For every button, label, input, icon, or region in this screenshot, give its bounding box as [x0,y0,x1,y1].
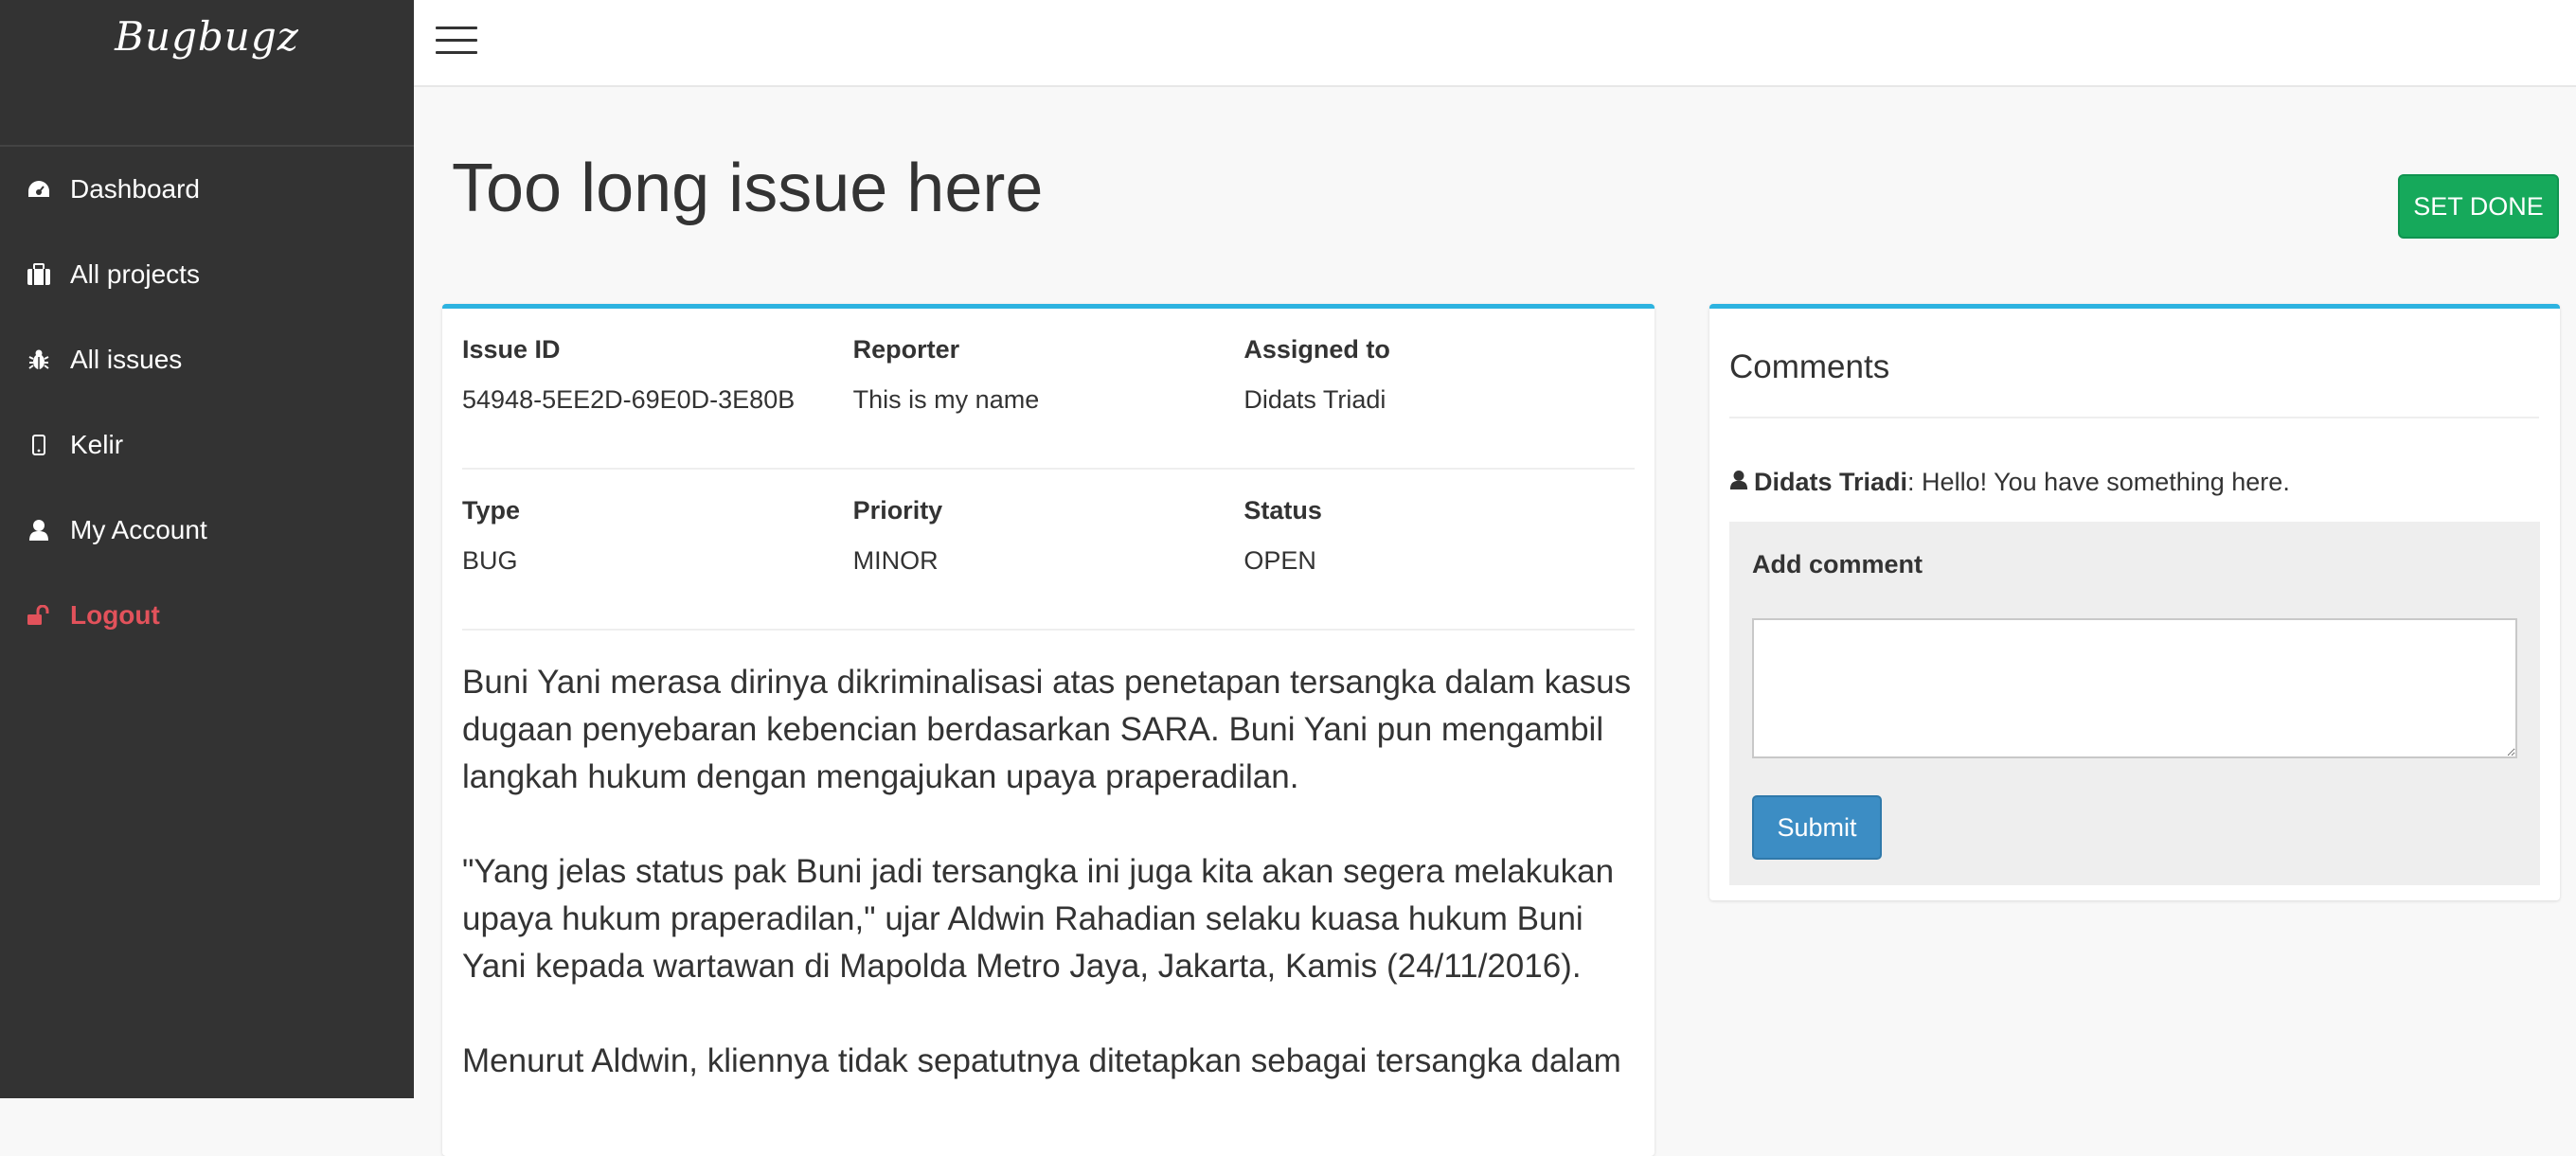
assigned-label: Assigned to [1243,335,1390,364]
dashboard-icon [25,175,53,204]
description-paragraph: Menurut Aldwin, kliennya tidak sepatutny… [462,1042,1621,1079]
comment-author: Didats Triadi [1754,468,1908,496]
sidebar-item-label: My Account [70,515,207,544]
issue-meta: Issue ID 54948-5EE2D-69E0D-3E80B Reporte… [462,309,1635,631]
status-value: OPEN [1243,546,1316,575]
sidebar: Bugbugz Dashboard All projects All issue… [0,0,414,1098]
set-done-button[interactable]: SET DONE [2398,174,2559,239]
sidebar-item-logout[interactable]: Logout [0,573,414,658]
user-icon [1729,468,1748,497]
sidebar-item-label: All projects [70,259,200,289]
comments-title: Comments [1729,348,2539,418]
issue-description: Buni Yani merasa dirinya dikriminalisasi… [462,659,1646,1132]
sidebar-item-label: Logout [70,600,160,630]
sidebar-item-label: Dashboard [70,174,200,204]
sidebar-item-kelir[interactable]: Kelir [0,402,414,488]
reporter-value: This is my name [852,385,1040,414]
status-label: Status [1243,496,1322,525]
sidebar-item-label: All issues [70,345,183,374]
top-bar [414,0,2576,87]
brand-logo[interactable]: Bugbugz [115,13,299,145]
brand: Bugbugz [0,0,414,147]
priority-cell: Priority MINOR [853,496,1244,629]
briefcase-icon [25,260,53,289]
meta-row: Issue ID 54948-5EE2D-69E0D-3E80B Reporte… [462,309,1635,470]
add-comment-label: Add comment [1752,550,1923,578]
sidebar-item-all-issues[interactable]: All issues [0,317,414,402]
submit-button[interactable]: Submit [1752,795,1882,860]
mobile-icon [25,431,53,459]
meta-row: Type BUG Priority MINOR Status OPEN [462,470,1635,631]
issue-id-cell: Issue ID 54948-5EE2D-69E0D-3E80B [462,335,853,468]
add-comment-form: Add comment Submit [1729,522,2540,885]
page-title: Too long issue here [452,151,1044,226]
sidebar-item-dashboard[interactable]: Dashboard [0,147,414,232]
type-label: Type [462,496,521,525]
assigned-value: Didats Triadi [1243,385,1386,414]
description-paragraph: "Yang jelas status pak Buni jadi tersang… [462,853,1615,985]
bug-icon [25,346,53,374]
comment-textarea[interactable] [1752,618,2517,758]
reporter-label: Reporter [852,335,960,364]
user-icon [25,516,53,544]
type-cell: Type BUG [462,496,853,629]
issue-id-label: Issue ID [462,335,561,364]
sidebar-item-label: Kelir [70,430,124,459]
sidebar-item-my-account[interactable]: My Account [0,488,414,573]
issue-details-panel: Issue ID 54948-5EE2D-69E0D-3E80B Reporte… [442,304,1655,1156]
unlock-icon [25,601,53,630]
comment-item: Didats Triadi : Hello! You have somethin… [1729,468,2290,497]
comment-text: : Hello! You have something here. [1907,468,2290,496]
assigned-cell: Assigned to Didats Triadi [1243,335,1635,468]
status-cell: Status OPEN [1243,496,1635,629]
description-paragraph: Buni Yani merasa dirinya dikriminalisasi… [462,664,1632,795]
sidebar-item-all-projects[interactable]: All projects [0,232,414,317]
priority-label: Priority [852,496,943,525]
menu-toggle-icon[interactable] [436,27,477,57]
reporter-cell: Reporter This is my name [853,335,1244,468]
comments-panel: Comments Didats Triadi : Hello! You have… [1709,304,2560,900]
issue-id-value: 54948-5EE2D-69E0D-3E80B [462,385,796,414]
priority-value: MINOR [852,546,939,575]
sidebar-nav: Dashboard All projects All issues Kelir … [0,147,414,658]
type-value: BUG [462,546,518,575]
